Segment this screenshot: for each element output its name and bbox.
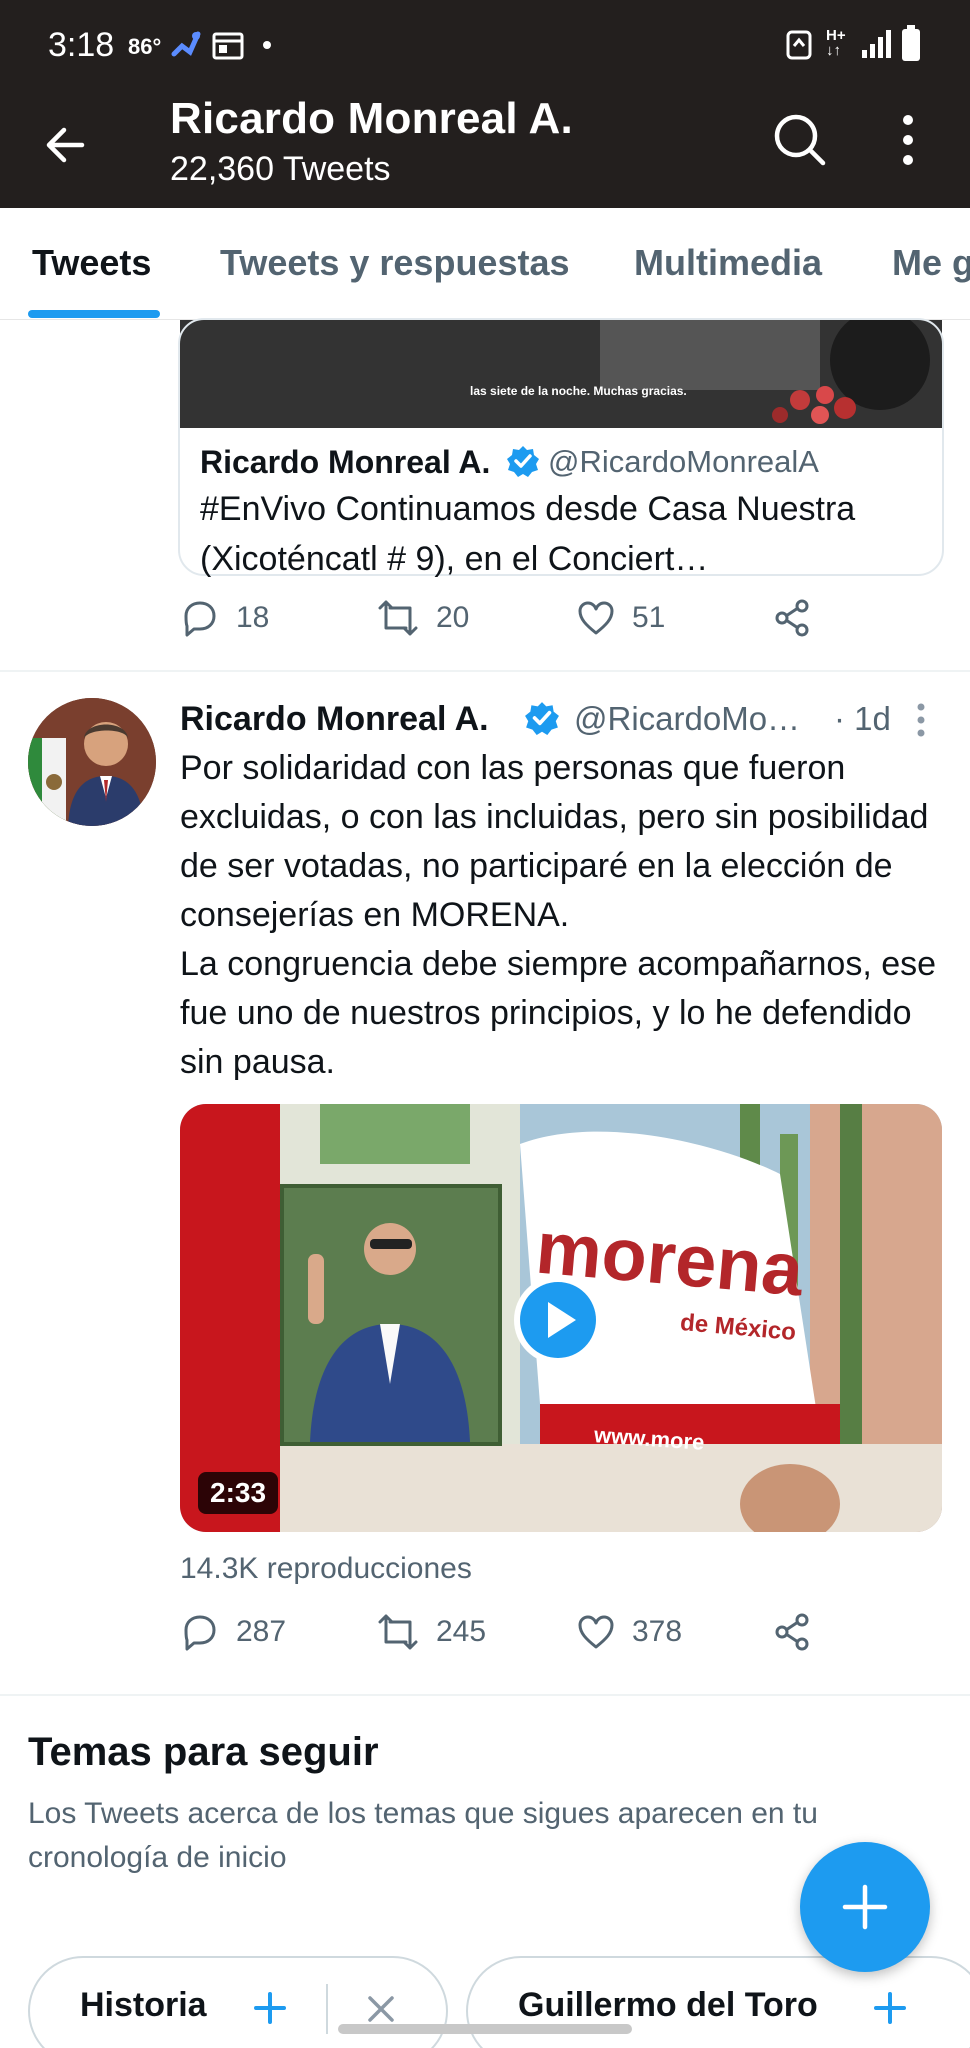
tab-tweets[interactable]: Tweets <box>32 242 151 284</box>
dot-icon <box>263 41 271 49</box>
heart-icon <box>578 1615 614 1649</box>
verified-badge-icon <box>525 702 559 735</box>
like-count: 378 <box>632 1615 683 1648</box>
recycle-icon <box>786 30 812 60</box>
calendar-icon <box>212 32 244 60</box>
tweet-text: Por solidaridad con las personas que fue… <box>180 749 937 1081</box>
play-icon[interactable] <box>512 1274 604 1366</box>
tweet-video[interactable]: morena de México www.more <box>180 1104 942 1532</box>
tab-multimedia[interactable]: Multimedia <box>634 242 822 284</box>
quoted-tweet-text: #EnVivo Continuamos desde Casa Nuestra (… <box>200 490 856 578</box>
profile-name: Ricardo Monreal A. <box>170 94 573 143</box>
topics-title: Temas para seguir <box>28 1730 379 1774</box>
section-divider <box>0 1694 970 1696</box>
tweet-author-name[interactable]: Ricardo Monreal A. <box>180 700 489 739</box>
share-button[interactable] <box>772 1612 812 1652</box>
tweet-actions: 18 20 51 <box>180 598 840 648</box>
tweet-author-handle[interactable]: @RicardoMo… <box>574 700 800 738</box>
status-temperature: 86° <box>128 34 162 59</box>
tab-tweets-y-respuestas[interactable]: Tweets y respuestas <box>220 242 570 284</box>
share-icon <box>775 1613 809 1651</box>
retweet-icon <box>378 600 418 636</box>
close-icon[interactable] <box>366 1994 396 2024</box>
compose-tweet-button[interactable] <box>800 1842 930 1972</box>
brush-icon <box>171 31 201 57</box>
arrow-left-icon[interactable] <box>42 122 88 168</box>
retweet-button[interactable]: 20 <box>376 598 469 638</box>
retweet-icon <box>378 1614 418 1650</box>
like-button[interactable]: 51 <box>576 598 665 638</box>
tweet-count: 22,360 Tweets <box>170 150 391 188</box>
reply-count: 18 <box>236 601 270 634</box>
status-time: 3:18 <box>48 26 115 64</box>
topic-chip-guillermo-del-toro[interactable]: Guillermo del Toro <box>466 1956 970 2048</box>
tweet-divider <box>0 670 970 672</box>
reply-icon <box>184 1615 216 1651</box>
search-icon[interactable] <box>772 112 828 168</box>
topic-chip-label: Historia <box>80 1986 207 2024</box>
tweet-actions: 287 245 378 <box>180 1612 840 1662</box>
reply-button[interactable]: 18 <box>180 598 269 638</box>
tweet-timestamp: · 1d <box>834 700 891 737</box>
signal-bars-icon <box>862 30 891 58</box>
like-count: 51 <box>632 601 666 634</box>
quoted-author-handle: @RicardoMonrealA <box>548 444 819 479</box>
battery-icon <box>902 25 920 61</box>
heart-icon <box>578 601 614 635</box>
verified-badge-icon <box>507 446 539 477</box>
active-tab-indicator <box>28 310 160 318</box>
quoted-author-name: Ricardo Monreal A. <box>200 444 491 480</box>
tab-me-gusta[interactable]: Me g <box>892 242 970 284</box>
share-icon <box>775 599 809 637</box>
like-button[interactable]: 378 <box>576 1612 682 1652</box>
topic-chip-label: Guillermo del Toro <box>518 1986 818 2024</box>
share-button[interactable] <box>772 598 812 638</box>
more-vertical-icon[interactable] <box>896 114 920 166</box>
tweet-options-icon[interactable] <box>914 702 928 738</box>
home-indicator[interactable] <box>338 2024 632 2034</box>
status-bar: 3:18 86° H+ ↓↑ <box>0 0 970 92</box>
plus-icon[interactable] <box>872 1990 908 2026</box>
avatar-photo <box>28 698 156 826</box>
reply-count: 287 <box>236 1615 287 1648</box>
plus-icon <box>842 1884 888 1930</box>
profile-tabs: Tweets Tweets y respuestas Multimedia Me… <box>0 208 970 320</box>
profile-header: Ricardo Monreal A. 22,360 Tweets <box>0 92 970 208</box>
video-duration-badge: 2:33 <box>198 1472 279 1514</box>
chip-separator <box>326 1984 328 2034</box>
topics-subtitle: Los Tweets acerca de los temas que sigue… <box>28 1797 818 1874</box>
plus-icon[interactable] <box>252 1990 288 2026</box>
retweet-count: 20 <box>436 601 470 634</box>
retweet-button[interactable]: 245 <box>376 1612 486 1652</box>
hplus-signal-icon: H+ ↓↑ <box>826 27 846 59</box>
view-count: 14.3K reproducciones <box>180 1552 472 1585</box>
retweet-count: 245 <box>436 1615 487 1648</box>
reply-button[interactable]: 287 <box>180 1612 286 1652</box>
avatar[interactable] <box>28 698 156 826</box>
topic-chip-historia[interactable]: Historia <box>28 1956 448 2048</box>
reply-icon <box>184 601 216 637</box>
